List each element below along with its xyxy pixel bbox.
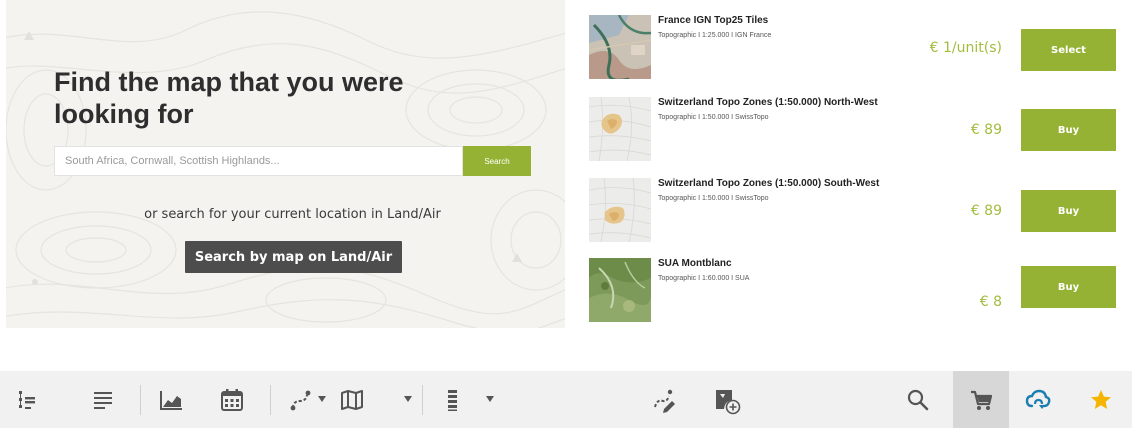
cloud-sync-icon[interactable] — [1025, 387, 1051, 413]
app-root: Find the map that you were looking for S… — [0, 0, 1132, 428]
area-chart-icon[interactable] — [158, 387, 184, 413]
product-price: € 89 — [970, 122, 1002, 138]
product-item: France IGN Top25 Tiles Topographic I 1:2… — [589, 15, 1129, 81]
buy-button[interactable]: Buy — [1021, 190, 1116, 232]
product-item: SUA Montblanc Topographic I 1:60.000 I S… — [589, 258, 1129, 324]
map-thumbnail — [589, 15, 651, 79]
product-meta: Topographic I 1:50.000 I SwissTopo — [658, 195, 769, 202]
map-icon[interactable] — [339, 387, 365, 413]
product-title[interactable]: Switzerland Topo Zones (1:50.000) South-… — [658, 178, 978, 190]
toolbar-separator — [270, 385, 271, 415]
calendar-icon[interactable] — [219, 387, 245, 413]
layers-dropdown-caret-icon[interactable] — [486, 396, 494, 402]
route-icon[interactable] — [288, 387, 314, 413]
map-thumbnail — [589, 178, 651, 242]
search-icon[interactable] — [905, 387, 931, 413]
search-row: Search — [54, 146, 531, 176]
product-meta: Topographic I 1:25.000 I IGN France — [658, 32, 772, 39]
cart-icon[interactable] — [968, 387, 994, 413]
add-map-icon[interactable] — [713, 387, 741, 415]
page-headline: Find the map that you were looking for — [54, 67, 404, 129]
product-meta: Topographic I 1:60.000 I SUA — [658, 275, 750, 282]
search-by-map-button[interactable]: Search by map on Land/Air — [185, 241, 402, 273]
product-price: € 1/unit(s) — [929, 40, 1002, 56]
product-title[interactable]: Switzerland Topo Zones (1:50.000) North-… — [658, 97, 978, 109]
product-price: € 8 — [979, 294, 1002, 310]
product-item: Switzerland Topo Zones (1:50.000) South-… — [589, 178, 1129, 244]
product-price: € 89 — [970, 203, 1002, 219]
tree-list-icon[interactable] — [15, 387, 41, 413]
product-title[interactable]: France IGN Top25 Tiles — [658, 15, 978, 27]
select-button[interactable]: Select — [1021, 29, 1116, 71]
route-edit-icon[interactable] — [651, 387, 677, 413]
toolbar-separator — [422, 385, 423, 415]
toolbar-separator — [140, 385, 141, 415]
map-thumbnail — [589, 258, 651, 322]
buy-button[interactable]: Buy — [1021, 109, 1116, 151]
product-item: Switzerland Topo Zones (1:50.000) North-… — [589, 97, 1129, 163]
alt-search-text: or search for your current location in L… — [144, 207, 441, 222]
product-title[interactable]: SUA Montblanc — [658, 258, 978, 270]
map-thumbnail — [589, 97, 651, 161]
bottom-toolbar — [0, 371, 1132, 428]
map-dropdown-caret-icon[interactable] — [404, 396, 412, 402]
star-icon[interactable] — [1088, 387, 1114, 413]
product-meta: Topographic I 1:50.000 I SwissTopo — [658, 114, 769, 121]
text-lines-icon[interactable] — [90, 387, 116, 413]
search-input[interactable] — [54, 146, 463, 176]
search-button[interactable]: Search — [463, 146, 531, 176]
search-panel: Find the map that you were looking for S… — [6, 0, 565, 328]
buy-button[interactable]: Buy — [1021, 266, 1116, 308]
route-dropdown-caret-icon[interactable] — [318, 396, 326, 402]
stack-list-icon[interactable] — [440, 387, 466, 413]
